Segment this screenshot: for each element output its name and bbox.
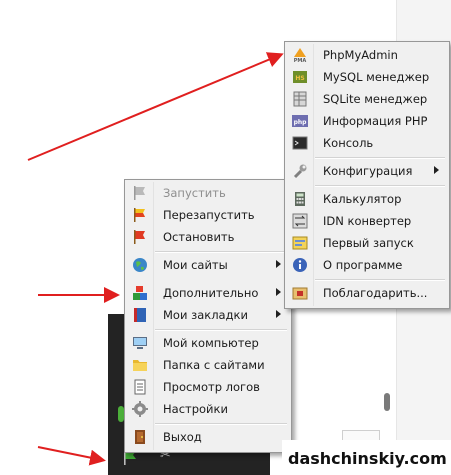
- watermark: dashchinskiy.com: [282, 440, 451, 475]
- watermark-text: dashchinskiy.com: [288, 449, 447, 468]
- arrow-to-tray-icon: [37, 446, 106, 466]
- annotation-arrows: [27, 52, 284, 466]
- arrow-to-phpmyadmin: [27, 52, 284, 161]
